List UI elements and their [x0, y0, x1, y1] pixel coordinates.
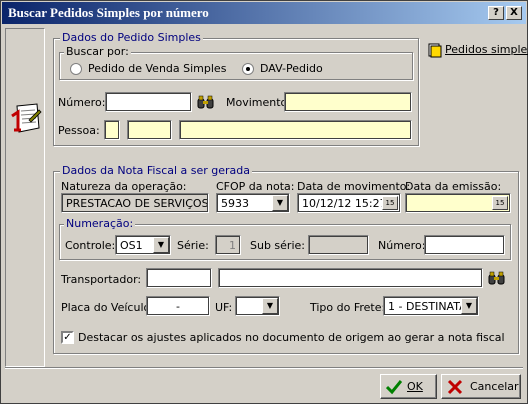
- nota-fiscal-group: Dados da Nota Fiscal a ser gerada Nature…: [53, 164, 519, 354]
- cancel-x-icon: [447, 379, 463, 395]
- subserie-field: [308, 235, 369, 255]
- pessoa-name-field[interactable]: [179, 120, 412, 140]
- buscar-por-group: Buscar por: Pedido de Venda Simples DAV-…: [59, 45, 413, 80]
- data-movimento-value: 10/12/12 15:27: [302, 197, 387, 210]
- movimento-field[interactable]: [284, 92, 412, 112]
- controle-select[interactable]: OS1 ▼: [115, 235, 171, 255]
- binoculars-search-icon[interactable]: [197, 95, 215, 109]
- buscar-por-title: Buscar por:: [64, 45, 131, 58]
- binoculars-search-icon[interactable]: [488, 271, 506, 285]
- tipo-frete-label: Tipo do Frete:: [310, 301, 386, 314]
- transportador-name-input[interactable]: [218, 268, 483, 288]
- footer-separator: [5, 367, 523, 369]
- pessoa-label: Pessoa:: [58, 124, 100, 137]
- cfop-select[interactable]: 5933 ▼: [216, 193, 290, 213]
- close-button[interactable]: X: [506, 6, 522, 20]
- radio-pedido-venda[interactable]: [70, 63, 82, 75]
- calendar-icon[interactable]: 15: [382, 196, 398, 210]
- numero-input[interactable]: [105, 92, 192, 112]
- controle-value: OS1: [120, 239, 143, 252]
- ok-label: OK: [407, 380, 423, 393]
- pedido-group: Dados do Pedido Simples Buscar por: Pedi…: [53, 31, 419, 146]
- left-side-panel: [5, 28, 45, 367]
- natureza-field: PRESTACAO DE SERVIÇOS: [61, 193, 209, 213]
- tipo-frete-select[interactable]: 1 - DESTINATÁRIO ▼: [383, 296, 479, 316]
- help-button[interactable]: ?: [488, 6, 504, 20]
- nf-numero-label: Número:: [378, 239, 426, 252]
- transportador-code-input[interactable]: [146, 268, 212, 288]
- data-movimento-label: Data de movimento:: [297, 180, 411, 193]
- cancelar-button[interactable]: Cancelar: [441, 374, 521, 399]
- uf-dropdown-arrow-icon[interactable]: ▼: [262, 298, 278, 314]
- data-movimento-field[interactable]: 10/12/12 15:27 15: [297, 193, 401, 213]
- radio-pedido-venda-label[interactable]: Pedido de Venda Simples: [88, 62, 226, 75]
- numero-label: Número:: [58, 96, 106, 109]
- controle-dropdown-arrow-icon[interactable]: ▼: [153, 237, 169, 253]
- destacar-checkbox[interactable]: ✓: [61, 331, 74, 344]
- destacar-label[interactable]: Destacar os ajustes aplicados no documen…: [78, 331, 505, 344]
- uf-select[interactable]: ▼: [235, 296, 280, 316]
- cfop-dropdown-arrow-icon[interactable]: ▼: [272, 195, 288, 211]
- placa-input[interactable]: -: [146, 296, 210, 316]
- cfop-value: 5933: [221, 197, 249, 210]
- uf-label: UF:: [215, 301, 233, 314]
- controle-label: Controle:: [65, 239, 116, 252]
- subserie-label: Sub série:: [250, 239, 305, 252]
- calendar-icon[interactable]: 15: [492, 196, 508, 210]
- data-emissao-label: Data da emissão:: [405, 180, 502, 193]
- movimento-label: Movimento:: [226, 96, 291, 109]
- cfop-label: CFOP da nota:: [216, 180, 295, 193]
- window-title: Buscar Pedidos Simples por número: [8, 5, 209, 20]
- serie-field: 1: [215, 235, 241, 255]
- natureza-label: Natureza da operação:: [61, 180, 187, 193]
- checkmark-icon: [386, 380, 402, 395]
- order-document-icon: [11, 103, 42, 133]
- pessoa-doc-field[interactable]: [127, 120, 172, 140]
- cancelar-label: Cancelar: [470, 380, 519, 393]
- tipo-frete-dropdown-arrow-icon[interactable]: ▼: [461, 298, 477, 314]
- transportador-label: Transportador:: [61, 273, 142, 286]
- nf-numero-input[interactable]: [424, 235, 505, 255]
- ok-button[interactable]: OK: [380, 374, 437, 399]
- pedidos-folder-icon[interactable]: [428, 43, 442, 58]
- radio-dav-pedido-label[interactable]: DAV-Pedido: [260, 62, 323, 75]
- placa-label: Placa do Veículo:: [61, 301, 154, 314]
- pessoa-code-field[interactable]: [104, 120, 120, 140]
- pedido-group-title: Dados do Pedido Simples: [60, 31, 203, 44]
- data-emissao-field[interactable]: 15: [405, 193, 511, 213]
- numeracao-title: Numeração:: [64, 217, 136, 230]
- pedidos-simples-link[interactable]: Pedidos simples: [445, 43, 528, 56]
- numeracao-group: Numeração: Controle: OS1 ▼ Série: 1 Sub …: [59, 217, 511, 260]
- radio-dav-pedido[interactable]: [242, 63, 254, 75]
- dialog-window: Buscar Pedidos Simples por número ? X Da…: [0, 0, 528, 404]
- serie-label: Série:: [177, 239, 209, 252]
- nota-fiscal-group-title: Dados da Nota Fiscal a ser gerada: [60, 164, 253, 177]
- title-bar[interactable]: Buscar Pedidos Simples por número ? X: [2, 2, 526, 24]
